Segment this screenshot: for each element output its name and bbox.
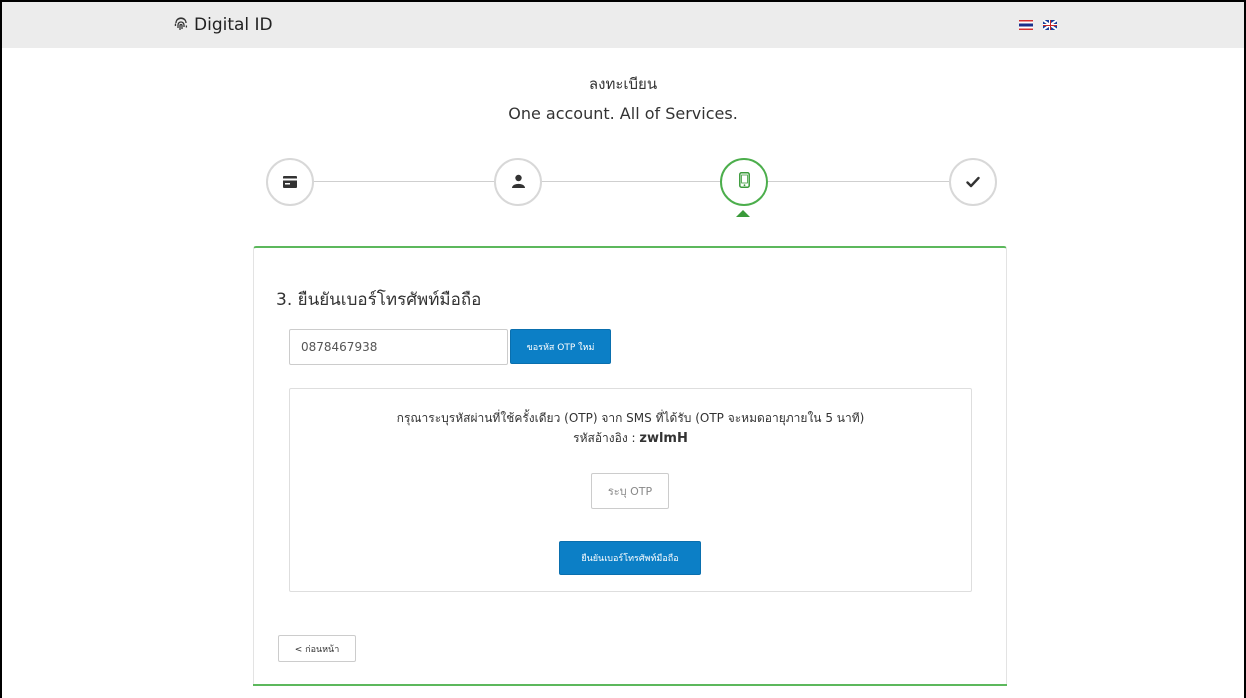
uk-flag-icon[interactable]: [1043, 20, 1057, 30]
step-id-card: [266, 158, 314, 206]
id-card-icon: [283, 173, 297, 192]
thai-flag-icon[interactable]: [1019, 20, 1033, 30]
step-user: [494, 158, 542, 206]
stepper-track: [290, 181, 973, 182]
back-button[interactable]: < ก่อนหน้า: [278, 635, 356, 662]
otp-input[interactable]: [591, 473, 669, 509]
otp-reference-code: zwlmH: [639, 431, 688, 446]
page-subtitle: One account. All of Services.: [508, 104, 738, 123]
step-complete: [949, 158, 997, 206]
phone-number-input[interactable]: [289, 329, 508, 365]
top-navbar: Digital ID: [2, 2, 1244, 48]
otp-instruction: กรุณาระบุรหัสผ่านที่ใช้ครั้งเดียว (OTP) …: [396, 411, 865, 425]
request-otp-button[interactable]: ขอรหัส OTP ใหม่: [510, 329, 611, 364]
step-mobile: [720, 158, 768, 206]
brand-logo[interactable]: Digital ID: [173, 15, 273, 35]
otp-reference-label: รหัสอ้างอิง :: [573, 431, 640, 445]
otp-reference: รหัสอ้างอิง : zwlmH: [289, 429, 972, 448]
brand-name: Digital ID: [194, 15, 273, 35]
page-title: ลงทะเบียน: [588, 75, 658, 93]
panel-bottom-border: [253, 684, 1007, 686]
mobile-phone-icon: [738, 172, 750, 192]
confirm-phone-button[interactable]: ยืนยันเบอร์โทรศัพท์มือถือ: [559, 541, 701, 575]
checkmark-icon: [966, 173, 980, 192]
language-switcher: [1019, 20, 1057, 30]
active-step-indicator: [736, 210, 750, 217]
fingerprint-icon: [173, 17, 189, 33]
user-icon: [511, 173, 525, 192]
section-heading: 3. ยืนยันเบอร์โทรศัพท์มือถือ: [276, 290, 482, 310]
